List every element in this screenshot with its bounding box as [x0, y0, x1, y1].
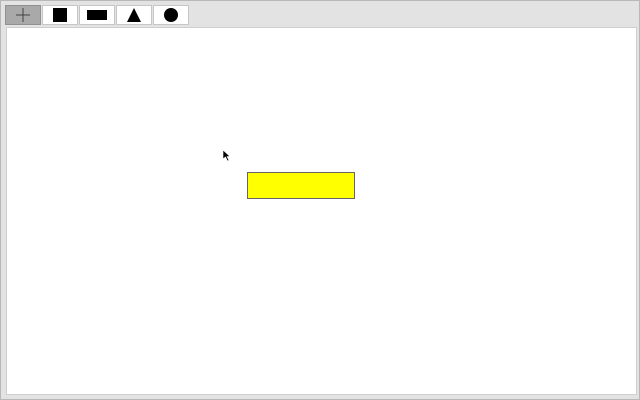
- triangle-icon: [127, 8, 141, 22]
- circle-tool-button[interactable]: [153, 5, 189, 25]
- select-tool-button[interactable]: [5, 5, 41, 25]
- app-window: [0, 0, 640, 400]
- circle-icon: [164, 8, 178, 22]
- yellow-rectangle-shape[interactable]: [247, 172, 355, 199]
- mouse-pointer-icon: [223, 150, 231, 162]
- rectangle-icon: [87, 10, 107, 20]
- drawing-canvas[interactable]: [6, 27, 637, 395]
- square-icon: [53, 8, 67, 22]
- shape-toolbar: [5, 5, 189, 25]
- square-tool-button[interactable]: [42, 5, 78, 25]
- triangle-tool-button[interactable]: [116, 5, 152, 25]
- rectangle-tool-button[interactable]: [79, 5, 115, 25]
- crosshair-icon: [16, 8, 30, 22]
